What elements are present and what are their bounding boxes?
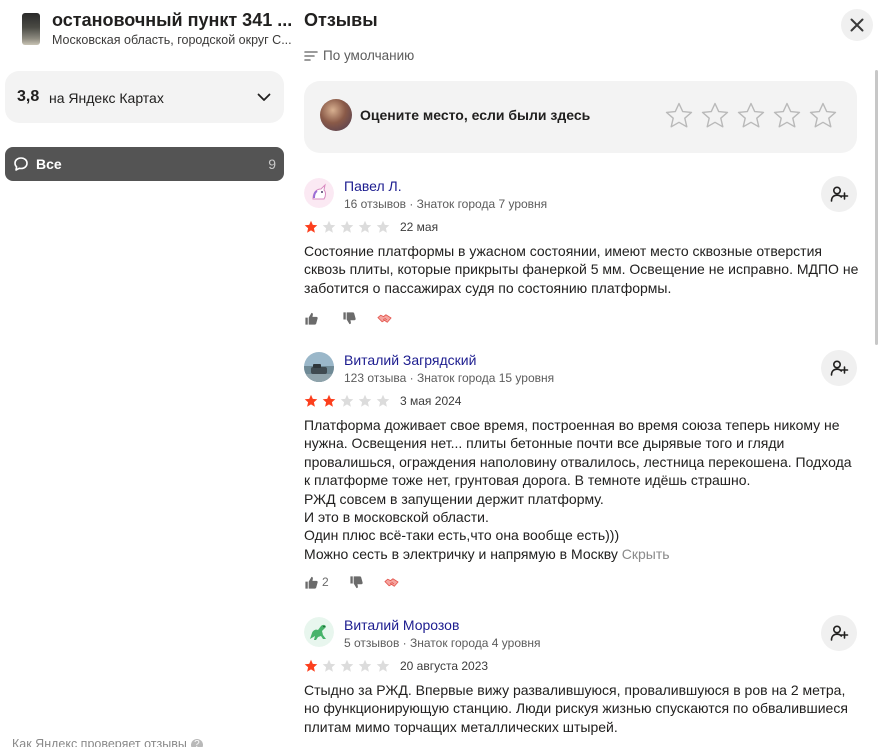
review-text: Стыдно за РЖД. Впервые вижу развалившуюс… bbox=[304, 681, 859, 736]
filter-all-reviews[interactable]: Все 9 bbox=[5, 147, 284, 181]
unicorn-avatar-icon bbox=[304, 178, 334, 208]
dislike-button[interactable] bbox=[349, 575, 364, 590]
review-rating-stars bbox=[304, 394, 390, 408]
rate-stars-input[interactable] bbox=[663, 100, 839, 132]
rate-star-2-icon[interactable] bbox=[699, 100, 731, 132]
place-address: Московская область, городской округ С... bbox=[52, 33, 292, 47]
star-empty-icon bbox=[358, 220, 372, 233]
rating-value: 3,8 bbox=[17, 88, 40, 105]
star-empty-icon bbox=[358, 659, 372, 672]
like-button[interactable] bbox=[304, 311, 322, 326]
review-card: Виталий Загрядский 123 отзыва · Знаток г… bbox=[304, 350, 859, 592]
review-text-content: Стыдно за РЖД. Впервые вижу развалившуюс… bbox=[304, 682, 848, 735]
star-empty-icon bbox=[376, 659, 390, 672]
review-author[interactable]: Павел Л. bbox=[344, 178, 402, 194]
star-empty-icon bbox=[376, 220, 390, 233]
review-text-content: Платформа доживает свое время, построенн… bbox=[304, 417, 852, 562]
star-empty-icon bbox=[340, 394, 354, 407]
subscribe-author-button[interactable] bbox=[821, 615, 857, 651]
star-empty-icon bbox=[340, 659, 354, 672]
photo-avatar-icon bbox=[304, 352, 334, 382]
review-card: Павел Л. 16 отзывов · Знаток города 7 ур… bbox=[304, 176, 859, 328]
subscribe-author-button[interactable] bbox=[821, 350, 857, 386]
review-author-meta: 123 отзыва · Знаток города 15 уровня bbox=[344, 371, 555, 385]
review-rating-stars bbox=[304, 659, 390, 673]
rating-summary-dropdown[interactable]: 3,8 на Яндекс Картах bbox=[5, 71, 284, 123]
scrollbar-thumb[interactable] bbox=[875, 70, 878, 345]
rate-star-5-icon[interactable] bbox=[807, 100, 839, 132]
review-rating-stars bbox=[304, 220, 390, 234]
chevron-down-icon bbox=[257, 93, 271, 101]
help-icon: ? bbox=[190, 739, 203, 747]
star-filled-icon bbox=[304, 394, 318, 407]
rate-star-3-icon[interactable] bbox=[735, 100, 767, 132]
star-filled-icon bbox=[322, 394, 336, 407]
subscribe-author-button[interactable] bbox=[821, 176, 857, 212]
sort-label: По умолчанию bbox=[323, 48, 415, 63]
how-reviews-checked-link[interactable]: Как Яндекс проверяет отзывы? bbox=[12, 737, 203, 747]
close-button[interactable] bbox=[841, 9, 873, 41]
panel-title: Отзывы bbox=[304, 10, 378, 30]
rate-star-1-icon[interactable] bbox=[663, 100, 695, 132]
star-empty-icon bbox=[340, 220, 354, 233]
dislike-button[interactable] bbox=[342, 311, 357, 326]
filter-all-count: 9 bbox=[268, 156, 276, 172]
review-date: 20 августа 2023 bbox=[400, 659, 489, 673]
review-text: Состояние платформы в ужасном состоянии,… bbox=[304, 242, 859, 297]
add-user-icon bbox=[830, 186, 849, 202]
thank-button[interactable] bbox=[384, 575, 399, 590]
hide-review-link[interactable]: Скрыть bbox=[622, 546, 670, 562]
how-reviews-checked-label: Как Яндекс проверяет отзывы bbox=[12, 737, 187, 747]
review-author[interactable]: Виталий Морозов bbox=[344, 617, 459, 633]
filter-all-label: Все bbox=[36, 156, 62, 172]
thumb-down-icon bbox=[350, 575, 363, 588]
star-filled-icon bbox=[304, 659, 318, 672]
thumb-up-icon bbox=[305, 576, 318, 589]
speech-bubble-icon bbox=[14, 157, 28, 171]
dinosaur-avatar-icon bbox=[304, 617, 334, 647]
thumb-up-icon bbox=[305, 312, 318, 325]
review-card: Виталий Морозов 5 отзывов · Знаток город… bbox=[304, 615, 859, 747]
author-avatar[interactable] bbox=[304, 352, 334, 382]
like-button[interactable]: 2 bbox=[304, 575, 329, 590]
close-icon bbox=[850, 18, 864, 32]
handshake-icon bbox=[377, 313, 392, 323]
review-author-meta: 16 отзывов · Знаток города 7 уровня bbox=[344, 197, 548, 211]
like-count: 2 bbox=[322, 575, 329, 589]
handshake-icon bbox=[384, 577, 399, 587]
place-title: остановочный пункт 341 ... bbox=[52, 10, 293, 30]
sort-dropdown[interactable]: По умолчанию bbox=[304, 48, 414, 63]
star-empty-icon bbox=[322, 220, 336, 233]
review-actions bbox=[304, 309, 412, 327]
star-empty-icon bbox=[358, 394, 372, 407]
rate-prompt-text: Оцените место, если были здесь bbox=[360, 107, 591, 123]
add-user-icon bbox=[830, 625, 849, 641]
star-filled-icon bbox=[304, 220, 318, 233]
sort-lines-icon bbox=[304, 51, 318, 61]
rating-source-label: на Яндекс Картах bbox=[49, 90, 164, 106]
author-avatar[interactable] bbox=[304, 617, 334, 647]
author-avatar[interactable] bbox=[304, 178, 334, 208]
review-date: 3 мая 2024 bbox=[400, 394, 462, 408]
review-date: 22 мая bbox=[400, 220, 439, 234]
review-actions: 2 bbox=[304, 573, 419, 591]
review-text: Платформа доживает свое время, построенн… bbox=[304, 416, 859, 563]
left-sidebar: остановочный пункт 341 ... Московская об… bbox=[0, 0, 294, 747]
user-avatar[interactable] bbox=[320, 99, 352, 131]
thumb-down-icon bbox=[343, 311, 356, 324]
review-author-meta: 5 отзывов · Знаток города 4 уровня bbox=[344, 636, 541, 650]
place-header[interactable]: остановочный пункт 341 ... Московская об… bbox=[12, 10, 293, 50]
review-author[interactable]: Виталий Загрядский bbox=[344, 352, 476, 368]
reviews-panel: Отзывы По умолчанию Оцените место, если … bbox=[294, 0, 879, 747]
thank-button[interactable] bbox=[377, 311, 392, 326]
add-user-icon bbox=[830, 360, 849, 376]
place-photo-thumbnail[interactable] bbox=[22, 13, 40, 45]
rate-star-4-icon[interactable] bbox=[771, 100, 803, 132]
rate-place-prompt: Оцените место, если были здесь bbox=[304, 81, 857, 153]
star-empty-icon bbox=[322, 659, 336, 672]
star-empty-icon bbox=[376, 394, 390, 407]
review-text-content: Состояние платформы в ужасном состоянии,… bbox=[304, 243, 859, 296]
